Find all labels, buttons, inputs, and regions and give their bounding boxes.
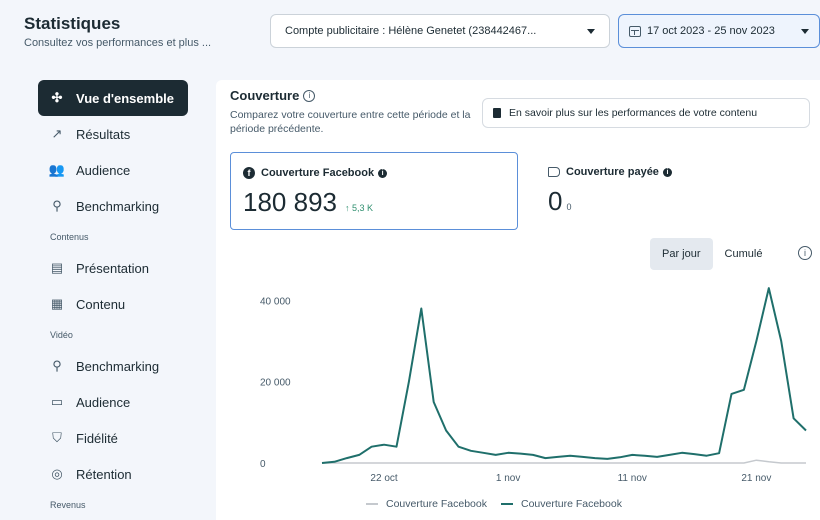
benchmark-icon: ⚲ — [52, 358, 62, 373]
chevron-down-icon — [801, 28, 809, 34]
results-icon: ↗ — [51, 126, 63, 141]
series-line-current[interactable] — [321, 287, 807, 464]
sidebar-item-benchmarking[interactable]: ⚲ Benchmarking — [38, 188, 188, 224]
sidebar-item-label: Benchmarking — [76, 358, 160, 374]
sidebar-item-label: Contenu — [76, 296, 126, 312]
coverage-chart: 40 000 20 000 0 22 oct 1 nov 11 nov 21 nov — [260, 287, 807, 484]
sidebar-item-label: Résultats — [76, 126, 131, 142]
section-label-revenus: Revenus — [50, 500, 86, 510]
calendar-icon — [629, 25, 641, 37]
chevron-down-icon — [587, 28, 595, 34]
sidebar-item-presentation[interactable]: ▤ Présentation — [38, 250, 188, 286]
legend-swatch — [500, 503, 513, 505]
legend-swatch — [366, 503, 378, 505]
sidebar-item-results[interactable]: ↗ Résultats — [38, 116, 188, 152]
sidebar-item-content[interactable]: ▦ Contenu — [38, 286, 188, 322]
x-tick-label: 11 nov — [618, 473, 647, 484]
coverage-panel: Couverture i Comparez votre couverture e… — [216, 80, 820, 520]
date-range-label: 17 oct 2023 - 25 nov 2023 — [647, 25, 775, 37]
sidebar-item-label: Audience — [76, 162, 131, 178]
sidebar-item-retention[interactable]: ◎ Rétention — [38, 456, 188, 492]
section-label-contenus: Contenus — [50, 232, 89, 242]
benchmark-icon: ⚲ — [52, 198, 62, 213]
legend-entry-current[interactable]: Couverture Facebook — [500, 498, 622, 510]
sidebar-item-label: Fidélité — [76, 430, 118, 446]
sidebar-item-label: Benchmarking — [76, 198, 160, 214]
date-range-picker[interactable]: 17 oct 2023 - 25 nov 2023 — [618, 14, 820, 48]
presentation-icon: ▤ — [50, 260, 64, 275]
sidebar-item-video-benchmarking[interactable]: ⚲ Benchmarking — [38, 348, 188, 384]
page-header: Statistiques Consultez vos performances … — [0, 0, 820, 62]
sidebar-nav: ✣ Vue d'ensemble ↗ Résultats 👥 Audience … — [38, 70, 188, 520]
video-audience-icon: ▭ — [50, 394, 64, 409]
sidebar-item-label: Vue d'ensemble — [76, 90, 174, 106]
loyalty-icon: ⛉ — [52, 430, 62, 445]
x-tick-label: 1 nov — [496, 473, 520, 484]
sidebar-item-audience[interactable]: 👥 Audience — [38, 152, 188, 188]
x-tick-label: 22 oct — [370, 473, 397, 484]
chart-legend: Couverture Facebook Couverture Facebook — [366, 498, 636, 510]
sidebar-item-label: Présentation — [76, 260, 149, 276]
sidebar-item-loyalty[interactable]: ⛉ Fidélité — [38, 420, 188, 456]
y-tick-label: 40 000 — [260, 296, 291, 307]
section-label-video: Vidéo — [50, 330, 73, 340]
legend-label: Couverture Facebook — [386, 498, 487, 510]
y-tick-label: 0 — [260, 459, 266, 470]
series-line-previous[interactable] — [322, 459, 806, 464]
y-tick-label: 20 000 — [260, 378, 291, 389]
content-grid-icon: ▦ — [50, 296, 64, 311]
legend-label: Couverture Facebook — [520, 498, 622, 510]
page-title: Statistiques — [24, 14, 121, 33]
sidebar-item-label: Audience — [76, 394, 131, 410]
sidebar-item-video-audience[interactable]: ▭ Audience — [38, 384, 188, 420]
sidebar-item-overview[interactable]: ✣ Vue d'ensemble — [38, 80, 188, 116]
retention-icon: ◎ — [51, 466, 63, 481]
sidebar-item-label: Rétention — [76, 466, 132, 482]
ad-account-dropdown[interactable]: Compte publicitaire : Hélène Genetet (23… — [270, 14, 610, 48]
audience-icon: 👥 — [48, 162, 66, 177]
page-subtitle: Consultez vos performances et plus ... — [24, 37, 212, 49]
legend-entry-previous[interactable]: Couverture Facebook — [366, 498, 487, 510]
overview-icon: ✣ — [51, 90, 63, 105]
ad-account-label: Compte publicitaire : Hélène Genetet (23… — [285, 25, 537, 37]
x-tick-label: 21 nov — [741, 473, 771, 484]
